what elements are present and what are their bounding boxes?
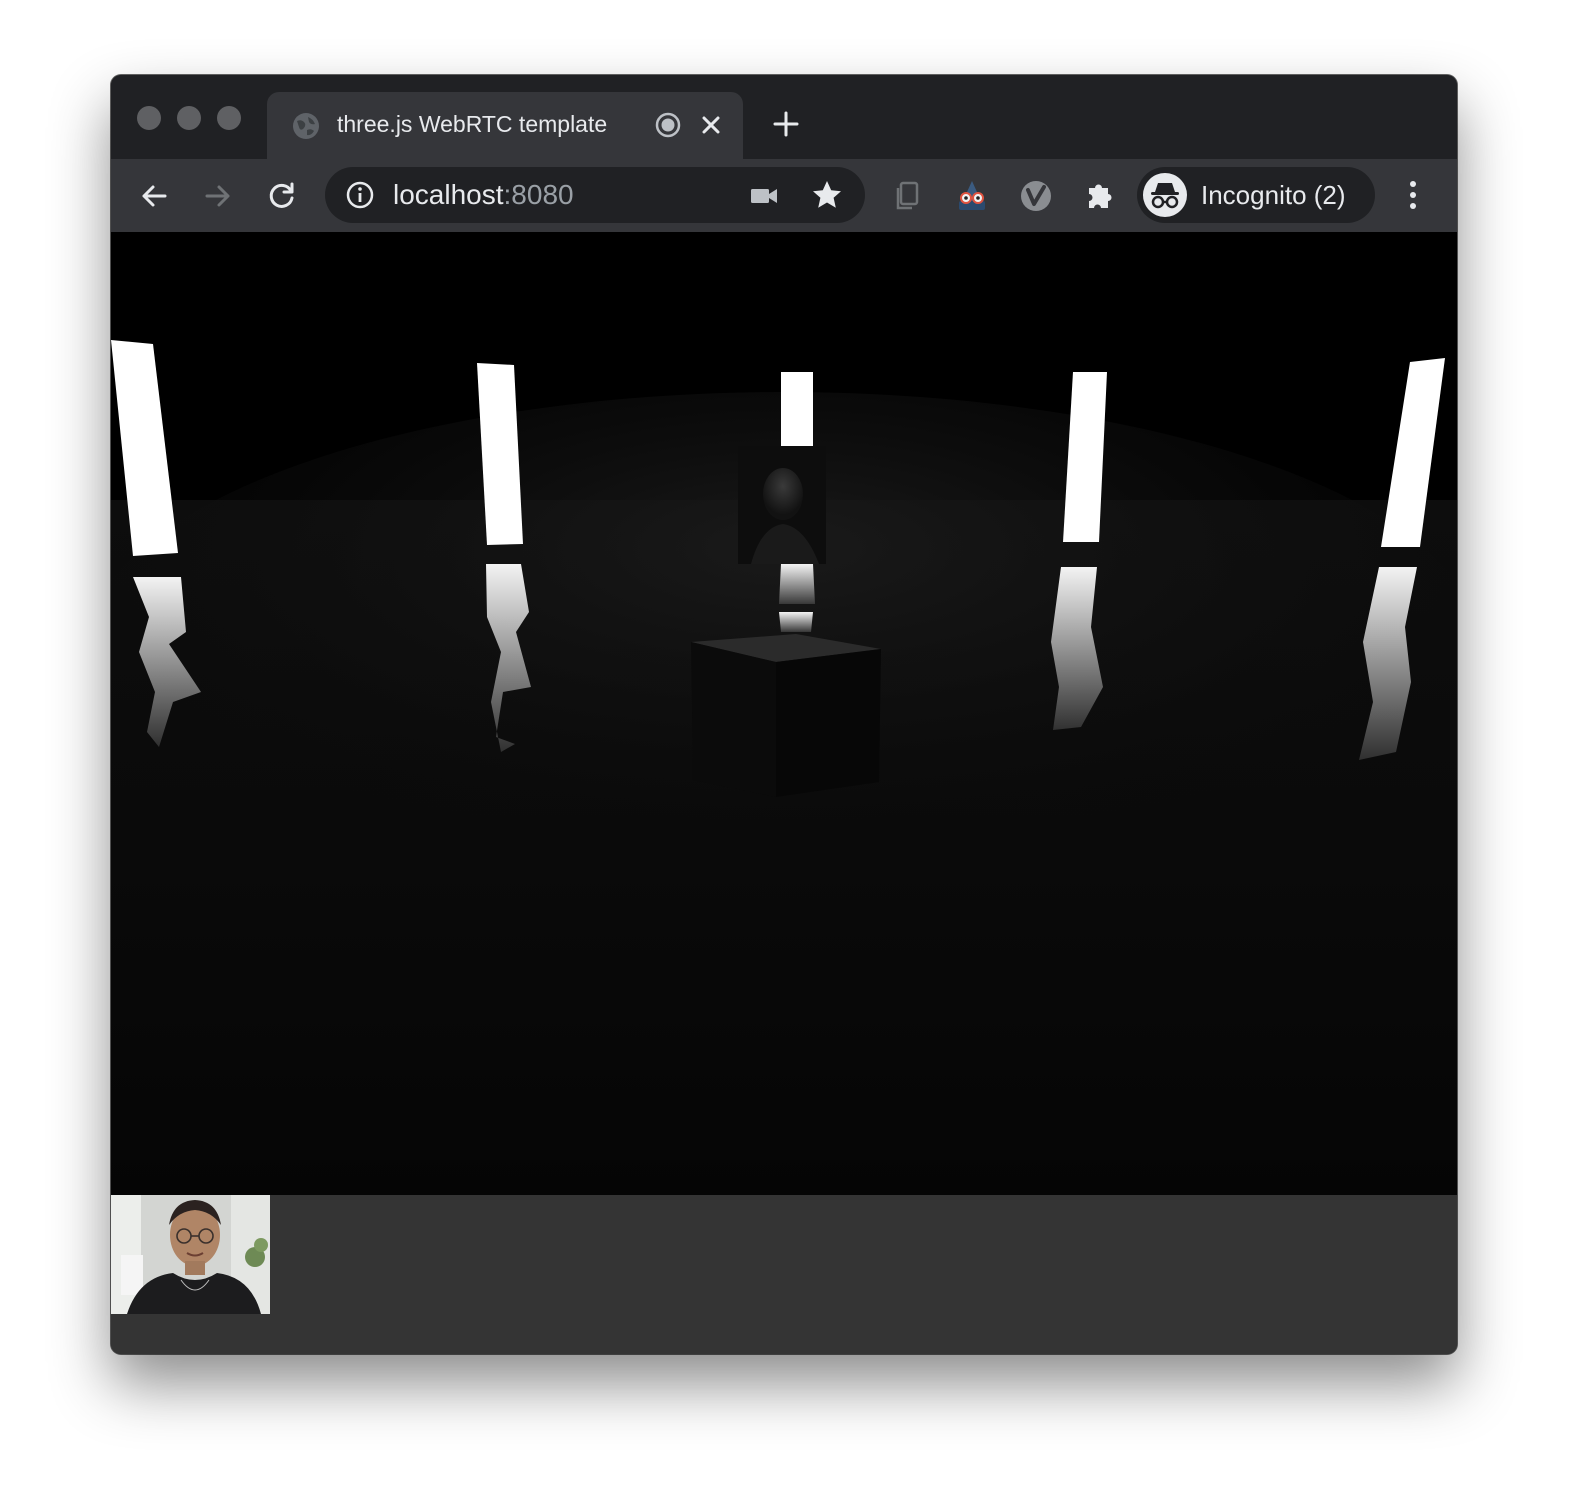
url-text: localhost:8080 [393, 179, 574, 211]
info-icon[interactable] [345, 180, 375, 210]
arrow-left-icon[interactable] [137, 179, 171, 213]
url-port: :8080 [503, 179, 574, 210]
incognito-icon [1151, 183, 1179, 209]
url-host: localhost [393, 179, 504, 210]
browser-toolbar: localhost:8080 Incognito (2) [111, 159, 1457, 232]
scene-render [111, 232, 1457, 1195]
remote-video-billboard [738, 446, 826, 564]
cube [691, 634, 881, 797]
threejs-scene-canvas[interactable] [111, 232, 1457, 1195]
copy-icon[interactable] [891, 179, 925, 213]
window-close-dot[interactable] [137, 106, 161, 130]
browser-window: three.js WebRTC template localhost:8080 … [111, 75, 1457, 1354]
incognito-avatar [1143, 173, 1187, 217]
window-minimize-dot[interactable] [177, 106, 201, 130]
tab-title: three.js WebRTC template [337, 111, 608, 137]
recording-icon [655, 112, 681, 138]
profile-button[interactable]: Incognito (2) [1137, 167, 1375, 223]
local-video-thumbnail[interactable] [111, 1195, 270, 1314]
glasses-extension-icon[interactable] [955, 179, 989, 213]
tab-strip: three.js WebRTC template [111, 75, 1457, 159]
star-icon[interactable] [811, 179, 843, 211]
light-pillar [781, 372, 813, 446]
video-bar [111, 1195, 1457, 1354]
globe-icon [293, 113, 319, 139]
puzzle-icon[interactable] [1083, 179, 1117, 213]
video-camera-icon[interactable] [749, 181, 779, 211]
arrow-right-icon[interactable] [201, 179, 235, 213]
reload-icon[interactable] [265, 179, 299, 213]
kebab-menu-icon[interactable] [1399, 177, 1427, 213]
tab-active[interactable]: three.js WebRTC template [267, 92, 743, 159]
window-zoom-dot[interactable] [217, 106, 241, 130]
plus-icon[interactable] [771, 109, 801, 139]
local-video-frame [111, 1195, 270, 1314]
v-extension-icon[interactable] [1019, 179, 1053, 213]
address-bar[interactable]: localhost:8080 [325, 167, 865, 223]
profile-label: Incognito (2) [1201, 180, 1346, 210]
close-icon[interactable] [697, 111, 725, 139]
